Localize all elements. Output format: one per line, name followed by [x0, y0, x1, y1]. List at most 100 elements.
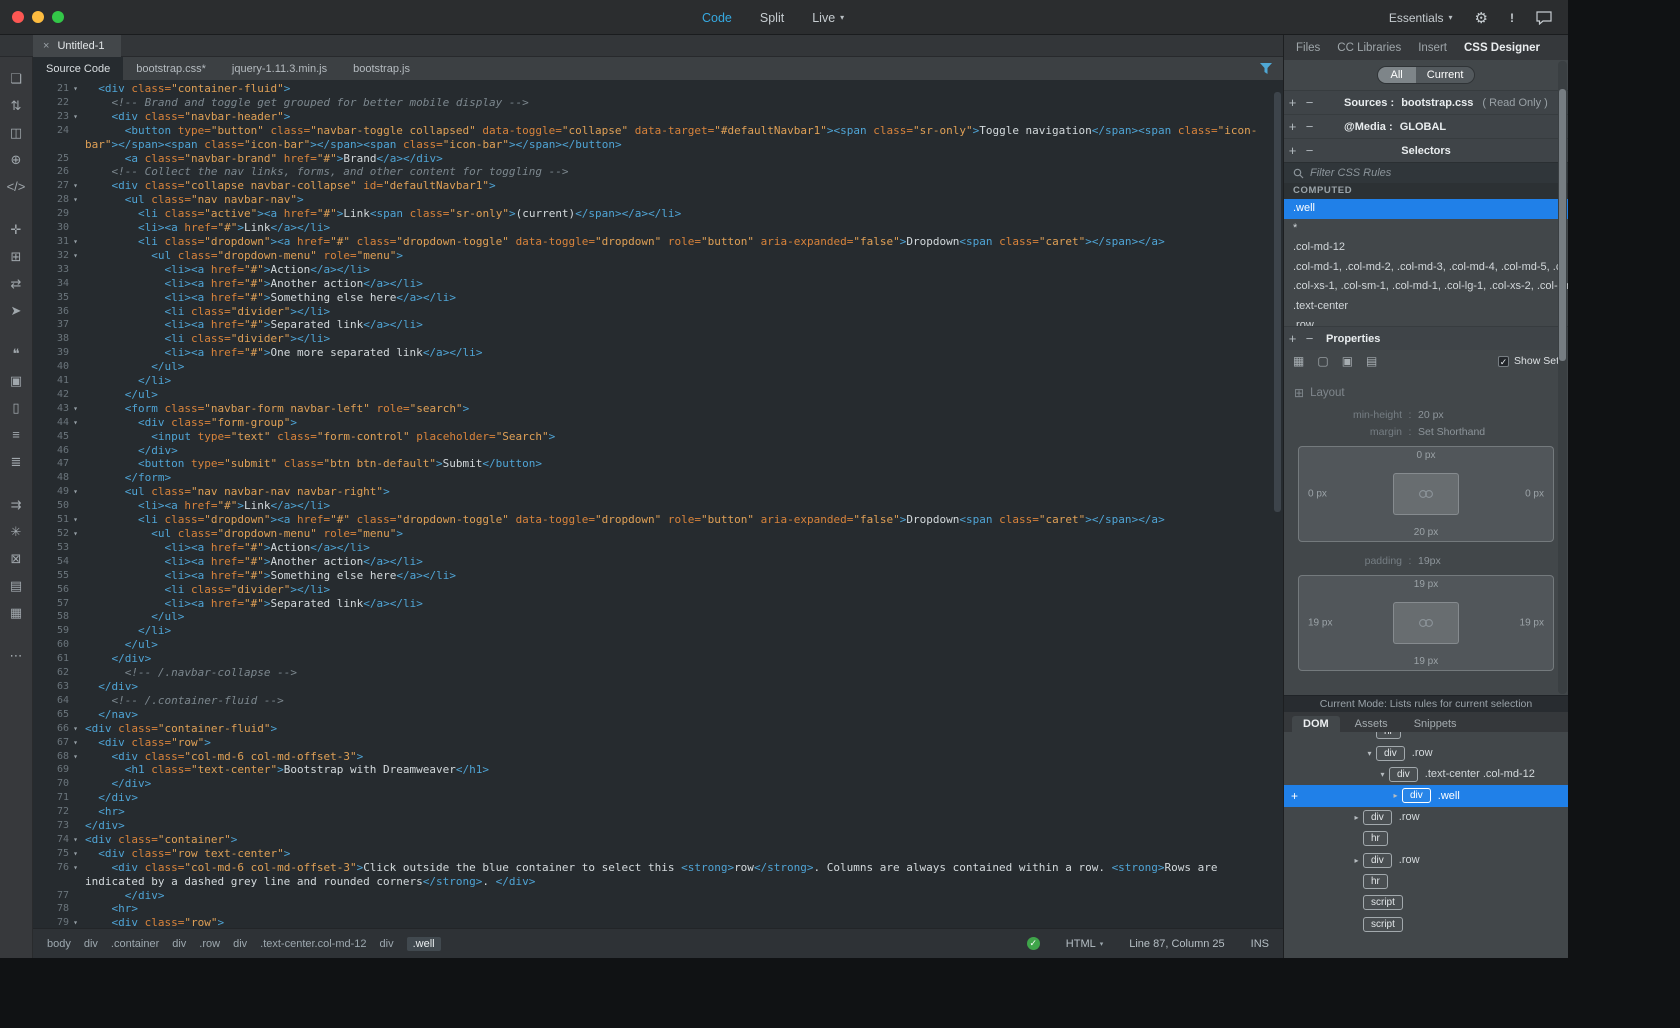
- code-line[interactable]: 32▾ <ul class="dropdown-menu" role="menu…: [33, 249, 1283, 263]
- code-line[interactable]: 76▾ <div class="col-md-6 col-md-offset-3…: [33, 861, 1283, 889]
- dom-node[interactable]: ▸div.row: [1284, 849, 1568, 870]
- code-line[interactable]: 50 <li><a href="#">Link</a></li>: [33, 499, 1283, 513]
- zoom-window-button[interactable]: [52, 11, 64, 23]
- related-file-jquery-1-11-3-min-js[interactable]: jquery-1.11.3.min.js: [219, 57, 340, 80]
- css-selector-item[interactable]: *: [1284, 219, 1568, 239]
- fold-arrow-icon[interactable]: ▾: [69, 833, 82, 847]
- fold-arrow-icon[interactable]: ▾: [69, 847, 82, 861]
- code-line[interactable]: 38 <li class="divider"></li>: [33, 332, 1283, 346]
- code-line[interactable]: 61 </div>: [33, 652, 1283, 666]
- code-line[interactable]: 30 <li><a href="#">Link</a></li>: [33, 221, 1283, 235]
- panel-tab-cc-libraries[interactable]: CC Libraries: [1337, 42, 1401, 54]
- code-line[interactable]: 27▾ <div class="collapse navbar-collapse…: [33, 179, 1283, 193]
- code-line[interactable]: 47 <button type="submit" class="btn btn-…: [33, 457, 1283, 471]
- code-line[interactable]: 55 <li><a href="#">Something else here</…: [33, 569, 1283, 583]
- code-line[interactable]: 71 </div>: [33, 791, 1283, 805]
- code-line[interactable]: 31▾ <li class="dropdown"><a href="#" cla…: [33, 235, 1283, 249]
- show-set-checkbox[interactable]: ✓: [1498, 356, 1509, 367]
- code-line[interactable]: 65 </nav>: [33, 708, 1283, 722]
- code-line[interactable]: 46 </div>: [33, 444, 1283, 458]
- dom-panel-tab-assets[interactable]: Assets: [1344, 716, 1399, 732]
- related-file-source-code[interactable]: Source Code: [33, 57, 123, 80]
- code-line[interactable]: 53 <li><a href="#">Action</a></li>: [33, 541, 1283, 555]
- panel-tab-css-designer[interactable]: CSS Designer: [1464, 42, 1540, 54]
- code-line[interactable]: 34 <li><a href="#">Another action</a></l…: [33, 277, 1283, 291]
- code-line[interactable]: 54 <li><a href="#">Another action</a></l…: [33, 555, 1283, 569]
- comments-icon[interactable]: ❝: [0, 340, 33, 367]
- preferences-gear-icon[interactable]: ⚙: [1475, 9, 1488, 27]
- validate-markup-icon[interactable]: ⊠: [0, 545, 33, 572]
- dom-node[interactable]: script: [1284, 892, 1568, 913]
- definition-list-icon[interactable]: ≣: [0, 448, 33, 475]
- dom-node[interactable]: ▾div.text-center .col-md-12: [1284, 764, 1568, 785]
- code-line[interactable]: 57 <li><a href="#">Separated link</a></l…: [33, 597, 1283, 611]
- fold-arrow-icon[interactable]: ▾: [69, 235, 82, 249]
- panel-tab-files[interactable]: Files: [1296, 42, 1320, 54]
- code-inspector-icon[interactable]: </>: [0, 173, 33, 200]
- code-editor[interactable]: 21▾ <div class="container-fluid">22 <!--…: [33, 80, 1283, 928]
- fold-arrow-icon[interactable]: ▾: [69, 110, 82, 124]
- related-file-bootstrap-css-[interactable]: bootstrap.css*: [123, 57, 219, 80]
- select-tool-icon[interactable]: ➤: [0, 297, 33, 324]
- add-element-icon[interactable]: +: [1291, 789, 1298, 803]
- feedback-bubble-icon[interactable]: [1536, 11, 1552, 25]
- dom-node[interactable]: hr: [1284, 871, 1568, 892]
- dom-node[interactable]: hr: [1284, 732, 1568, 742]
- css-selector-item[interactable]: .row: [1284, 316, 1568, 326]
- dom-node[interactable]: script: [1284, 914, 1568, 935]
- workspace-switcher[interactable]: Essentials ▾: [1389, 11, 1453, 25]
- fold-arrow-icon[interactable]: ▾: [69, 750, 82, 764]
- fold-arrow-icon[interactable]: ▾: [69, 402, 82, 416]
- code-line[interactable]: 37 <li><a href="#">Separated link</a></l…: [33, 318, 1283, 332]
- view-mode-split[interactable]: Split: [760, 11, 784, 25]
- fold-arrow-icon[interactable]: ▾: [69, 249, 82, 263]
- swap-views-icon[interactable]: ⇄: [0, 270, 33, 297]
- code-scrollbar[interactable]: [1274, 82, 1281, 926]
- css-selector-item[interactable]: .col-md-1, .col-md-2, .col-md-3, .col-md…: [1284, 258, 1568, 278]
- code-line[interactable]: 73</div>: [33, 819, 1283, 833]
- unordered-list-icon[interactable]: ≡: [0, 421, 33, 448]
- code-line[interactable]: 23▾ <div class="navbar-header">: [33, 110, 1283, 124]
- dom-node[interactable]: ▸div.row: [1284, 807, 1568, 828]
- code-line[interactable]: 79▾ <div class="row">: [33, 916, 1283, 928]
- code-line[interactable]: 36 <li class="divider"></li>: [33, 305, 1283, 319]
- code-line[interactable]: 63 </div>: [33, 680, 1283, 694]
- collapse-arrow-icon[interactable]: ▾: [1363, 749, 1376, 758]
- code-line[interactable]: 64 <!-- /.container-fluid -->: [33, 694, 1283, 708]
- code-line[interactable]: 22 <!-- Brand and toggle get grouped for…: [33, 96, 1283, 110]
- fold-arrow-icon[interactable]: ▾: [69, 179, 82, 193]
- code-line[interactable]: 42 </ul>: [33, 388, 1283, 402]
- all-mode-button[interactable]: All: [1378, 67, 1416, 83]
- tag-selector-item[interactable]: .well: [407, 937, 441, 951]
- layout-properties-icon[interactable]: ▦: [1293, 354, 1304, 368]
- code-line[interactable]: 28▾ <ul class="nav navbar-nav">: [33, 193, 1283, 207]
- device-preview-icon[interactable]: ▯: [0, 394, 33, 421]
- show-set-toggle[interactable]: ✓ Show Set: [1498, 355, 1559, 367]
- code-line[interactable]: 39 <li><a href="#">One more separated li…: [33, 346, 1283, 360]
- fold-arrow-icon[interactable]: ▾: [69, 722, 82, 736]
- insert-table-icon[interactable]: ▦: [0, 599, 33, 626]
- fold-arrow-icon[interactable]: ▾: [69, 193, 82, 207]
- border-properties-icon[interactable]: ▣: [1342, 354, 1353, 368]
- expand-arrow-icon[interactable]: ▸: [1389, 791, 1402, 800]
- split-view-icon[interactable]: ◫: [0, 119, 33, 146]
- close-window-button[interactable]: [12, 11, 24, 23]
- preview-in-browser-icon[interactable]: ⊕: [0, 146, 33, 173]
- media-value[interactable]: GLOBAL: [1400, 121, 1446, 133]
- fold-arrow-icon[interactable]: ▾: [69, 416, 82, 430]
- doc-type-menu[interactable]: HTML ▾: [1066, 938, 1103, 950]
- background-properties-icon[interactable]: ▤: [1366, 354, 1377, 368]
- view-mode-live[interactable]: Live▾: [812, 11, 844, 25]
- code-line[interactable]: 77 </div>: [33, 889, 1283, 903]
- code-line[interactable]: 74▾<div class="container">: [33, 833, 1283, 847]
- document-tab[interactable]: × Untitled-1: [33, 35, 121, 57]
- code-line[interactable]: 48 </form>: [33, 471, 1283, 485]
- code-line[interactable]: 78 <hr>: [33, 902, 1283, 916]
- code-line[interactable]: 68▾ <div class="col-md-6 col-md-offset-3…: [33, 750, 1283, 764]
- fold-arrow-icon[interactable]: ▾: [69, 513, 82, 527]
- code-line[interactable]: 35 <li><a href="#">Something else here</…: [33, 291, 1283, 305]
- code-line[interactable]: 33 <li><a href="#">Action</a></li>: [33, 263, 1283, 277]
- panel-scrollbar-thumb[interactable]: [1559, 89, 1566, 361]
- close-tab-icon[interactable]: ×: [43, 40, 49, 52]
- tag-selector-item[interactable]: .row: [199, 938, 220, 950]
